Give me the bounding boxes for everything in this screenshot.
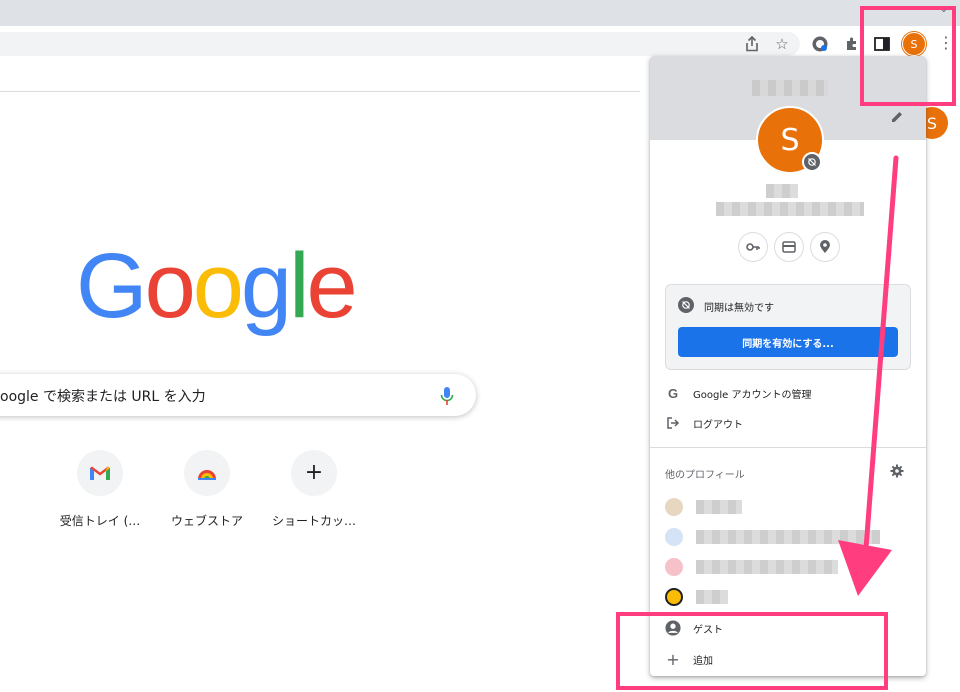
logout-item[interactable]: ログアウト [650, 409, 926, 437]
shortcut-label: ショートカッ… [271, 514, 356, 528]
address-bar[interactable] [0, 32, 800, 56]
shortcut-webstore[interactable]: ウェブストア [157, 450, 257, 529]
bookmark-star-icon[interactable]: ☆ [772, 34, 792, 54]
voice-search-mic-icon[interactable] [440, 387, 454, 405]
highlight-box-avatar [860, 6, 956, 106]
logo-letter: l [289, 235, 310, 337]
other-profile-item[interactable] [650, 552, 926, 582]
blurred-profile-name [696, 560, 838, 574]
webstore-icon [184, 450, 230, 496]
logout-label: ログアウト [693, 419, 743, 431]
profile-avatar-icon [665, 588, 683, 606]
logo-letter: e [306, 235, 358, 337]
shortcut-label: 受信トレイ (… [59, 514, 141, 528]
profile-avatar-icon [665, 498, 683, 516]
search-input[interactable]: oogle で検索または URL を入力 [0, 386, 206, 406]
highlight-box-guest-add [616, 612, 888, 690]
payment-card-icon[interactable] [774, 232, 804, 262]
blurred-account-name [766, 184, 798, 198]
google-g-icon: G [667, 385, 679, 401]
other-profile-item[interactable] [650, 522, 926, 552]
toolbar-divider [0, 91, 640, 92]
google-logo: Google [76, 235, 358, 337]
manage-account-label: Google アカウントの管理 [693, 389, 812, 401]
extension-google-icon[interactable] [810, 34, 830, 54]
profile-avatar-icon [665, 528, 683, 546]
shortcut-gmail[interactable]: 受信トレイ (… [50, 450, 150, 529]
logo-letter: g [240, 235, 292, 337]
logo-letter: G [76, 235, 148, 337]
blurred-profile-name [752, 80, 828, 96]
other-profile-item[interactable] [650, 492, 926, 522]
logo-letter: o [192, 235, 244, 337]
logo-letter: o [144, 235, 196, 337]
enable-sync-button[interactable]: 同期を有効にする... [678, 327, 898, 357]
extensions-puzzle-icon[interactable] [842, 34, 862, 54]
manage-profiles-gear-icon[interactable] [890, 464, 904, 478]
plus-icon: + [291, 450, 337, 496]
blurred-account-email [716, 202, 864, 216]
sync-off-badge-icon [802, 152, 822, 172]
profile-avatar-icon [665, 558, 683, 576]
shortcut-label: ウェブストア [170, 514, 243, 528]
sync-off-icon [678, 297, 694, 313]
manage-google-account-item[interactable]: G Google アカウントの管理 [650, 379, 926, 407]
logout-icon [665, 416, 681, 430]
share-icon[interactable] [742, 34, 762, 54]
sync-card: 同期は無効です 同期を有効にする... [665, 284, 911, 370]
shortcut-add[interactable]: + ショートカッ… [264, 450, 364, 529]
tab-strip: ⌄ [0, 0, 960, 26]
addresses-pin-icon[interactable] [810, 232, 840, 262]
other-profiles-title: 他のプロフィール [665, 470, 745, 481]
passwords-key-icon[interactable] [738, 232, 768, 262]
popup-divider [650, 447, 926, 448]
blurred-profile-name [696, 530, 880, 544]
blurred-profile-name [696, 500, 742, 514]
sync-status-text: 同期は無効です [704, 303, 774, 314]
other-profile-item[interactable] [650, 582, 926, 612]
edit-pencil-icon[interactable] [890, 110, 906, 126]
blurred-profile-name [696, 590, 728, 604]
profile-menu-popup: S 同期は無効です 同期を有効にする... G Google アカウントの管理 … [650, 56, 926, 676]
gmail-icon [77, 450, 123, 496]
search-box[interactable]: oogle で検索または URL を入力 [0, 374, 476, 416]
